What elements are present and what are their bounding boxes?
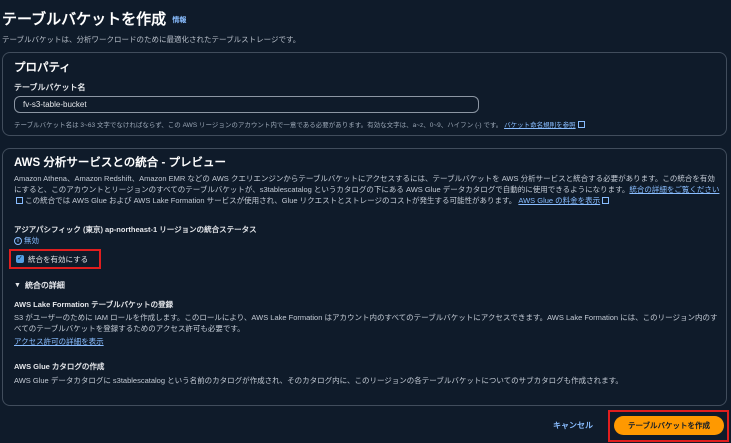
bucket-name-label: テーブルバケット名 <box>14 83 86 92</box>
integration-desc-1: Amazon Athena、Amazon Redshift、Amazon EMR… <box>14 174 715 194</box>
glue-catalog-title: AWS Glue カタログの作成 <box>14 362 105 371</box>
page-title: テーブルバケットを作成 <box>2 11 167 28</box>
external-link-icon <box>577 121 585 128</box>
enable-integration-checkbox-row[interactable]: ✓ 統合を有効にする <box>9 249 101 269</box>
create-table-bucket-button[interactable]: テーブルバケットを作成 <box>614 416 724 435</box>
details-toggle-label: 統合の詳細 <box>24 281 65 290</box>
integration-desc-2: この統合では AWS Glue および AWS Lake Formation サ… <box>25 196 517 205</box>
glue-catalog-description: AWS Glue データカタログに s3tablescatalog という名前の… <box>14 376 623 385</box>
lake-formation-title: AWS Lake Formation テーブルバケットの登録 <box>14 300 174 309</box>
integration-details-link[interactable]: 統合の詳細をご覧ください <box>629 185 719 194</box>
bucket-name-hint: テーブルバケット名は 3~63 文字でなければならず、この AWS リージョンの… <box>14 119 585 129</box>
naming-rules-link[interactable]: バケット命名規則を参照 <box>504 122 576 129</box>
cancel-button[interactable]: キャンセル <box>553 420 593 431</box>
lake-formation-description: S3 がユーザーのために IAM ロールを作成します。このロールにより、AWS … <box>14 313 718 333</box>
page-subtitle: テーブルバケットは、分析ワークロードのために最適化されたテーブルストレージです。 <box>2 35 301 44</box>
permissions-details-link[interactable]: アクセス許可の詳細を表示 <box>14 336 104 347</box>
glue-pricing-link[interactable]: AWS Glue の料金を表示 <box>518 196 600 205</box>
caret-down-icon: ▼ <box>14 282 21 289</box>
integration-title: AWS 分析サービスとの統合 - プレビュー <box>14 157 226 169</box>
page-header: テーブルバケットを作成 情報 テーブルバケットは、分析ワークロードのために最適化… <box>2 8 727 45</box>
integration-details-toggle[interactable]: ▼ 統合の詳細 <box>14 280 65 291</box>
external-link-icon <box>602 197 610 204</box>
info-link[interactable]: 情報 <box>172 17 186 24</box>
properties-title: プロパティ <box>14 62 71 74</box>
checkbox-checked-icon[interactable]: ✓ <box>16 255 24 263</box>
status-indicator: i 無効 <box>14 235 39 246</box>
integration-panel: AWS 分析サービスとの統合 - プレビュー Amazon Athena、Ama… <box>2 148 727 406</box>
bucket-name-input[interactable] <box>14 96 479 113</box>
integration-description: Amazon Athena、Amazon Redshift、Amazon EMR… <box>14 173 720 206</box>
status-value: 無効 <box>24 236 39 245</box>
properties-panel: プロパティ テーブルバケット名 テーブルバケット名は 3~63 文字でなければな… <box>2 52 727 136</box>
info-circle-icon: i <box>14 236 22 245</box>
external-link-icon <box>16 197 23 204</box>
enable-integration-label[interactable]: 統合を有効にする <box>28 254 88 265</box>
hint-text: テーブルバケット名は 3~63 文字でなければならず、この AWS リージョンの… <box>14 122 503 129</box>
region-status-label: アジアパシフィック (東京) ap-northeast-1 リージョンの統合ステ… <box>14 225 257 234</box>
